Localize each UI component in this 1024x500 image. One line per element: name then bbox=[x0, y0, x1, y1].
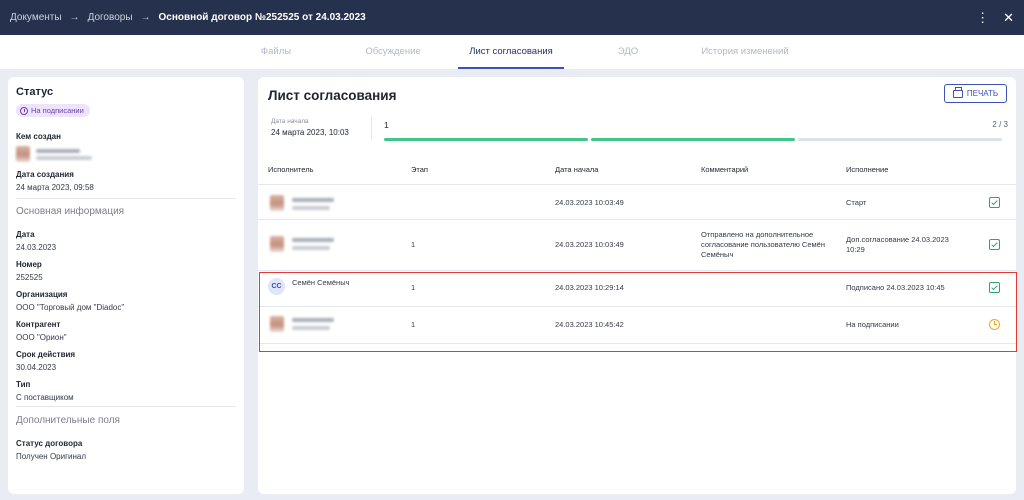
column-executor: Исполнитель bbox=[268, 165, 314, 174]
extra-fields-title: Дополнительные поля bbox=[16, 415, 120, 426]
check-icon bbox=[989, 239, 1000, 250]
top-bar: Документы → Договоры → Основной договор … bbox=[0, 0, 1024, 35]
progress-segment-3 bbox=[798, 138, 1002, 141]
more-vertical-icon[interactable]: ⋮ bbox=[976, 10, 989, 26]
column-comment: Комментарий bbox=[701, 165, 749, 174]
document-info-panel: Статус На подписании Кем создан Дата соз… bbox=[8, 77, 244, 494]
status-title: Статус bbox=[16, 86, 54, 98]
approval-sheet-title: Лист согласования bbox=[268, 88, 397, 103]
close-icon[interactable]: ✕ bbox=[1003, 10, 1014, 26]
field-organization: Организация ООО "Торговый дом "Diadoc" bbox=[16, 290, 125, 312]
step-counter: 2 / 3 bbox=[992, 120, 1008, 129]
progress-segment-1 bbox=[384, 138, 588, 141]
row-comment: Отправлено на дополнительное согласовани… bbox=[701, 230, 825, 259]
field-validity: Срок действия 30.04.2023 bbox=[16, 350, 76, 372]
print-button[interactable]: ПЕЧАТЬ bbox=[944, 84, 1007, 103]
highlight-frame bbox=[259, 272, 1017, 352]
check-icon bbox=[989, 197, 1000, 208]
row-result: Старт bbox=[846, 198, 867, 207]
tab-bar: Файлы Обсуждение Лист согласования ЭДО И… bbox=[0, 35, 1024, 69]
created-by-user bbox=[16, 146, 236, 162]
tab-files[interactable]: Файлы bbox=[244, 35, 308, 69]
start-date-value: 24 марта 2023, 10:03 bbox=[271, 128, 349, 137]
arrow-right-icon: → bbox=[69, 12, 80, 23]
status-badge-label: На подписании bbox=[31, 106, 84, 115]
tab-edo[interactable]: ЭДО bbox=[608, 35, 648, 69]
field-counterparty: Контрагент ООО "Орион" bbox=[16, 320, 67, 342]
column-stage: Этап bbox=[411, 165, 428, 174]
breadcrumb-contracts[interactable]: Договоры bbox=[88, 12, 133, 23]
field-type: Тип С поставщиком bbox=[16, 380, 74, 402]
column-start-date: Дата начала bbox=[555, 165, 599, 174]
clock-icon bbox=[20, 106, 28, 115]
page-title: Основной договор №252525 от 24.03.2023 bbox=[158, 12, 366, 23]
created-date-label: Дата создания bbox=[16, 170, 74, 179]
arrow-right-icon: → bbox=[140, 12, 151, 23]
row-start-date: 24.03.2023 10:03:49 bbox=[555, 198, 624, 207]
row-result: Доп.согласование 24.03.2023 10:29 bbox=[846, 235, 949, 254]
field-contract-status: Статус договора Получен Оригинал bbox=[16, 439, 87, 461]
avatar bbox=[270, 236, 284, 252]
start-date-label: Дата начала bbox=[271, 118, 309, 125]
status-badge: На подписании bbox=[16, 104, 90, 117]
field-number: Номер 252525 bbox=[16, 260, 43, 282]
row-start-date: 24.03.2023 10:03:49 bbox=[555, 240, 624, 249]
avatar bbox=[270, 195, 284, 211]
current-step: 1 bbox=[384, 120, 389, 130]
printer-icon bbox=[952, 86, 963, 98]
tab-history[interactable]: История изменений bbox=[690, 35, 800, 69]
avatar bbox=[16, 146, 30, 162]
print-button-label: ПЕЧАТЬ bbox=[966, 89, 999, 98]
main-info-title: Основная информация bbox=[16, 206, 125, 217]
created-by-label: Кем создан bbox=[16, 132, 61, 141]
progress-segment-2 bbox=[591, 138, 795, 141]
column-result: Исполнение bbox=[846, 165, 889, 174]
field-date: Дата 24.03.2023 bbox=[16, 230, 57, 252]
created-date-value: 24 марта 2023, 09:58 bbox=[16, 183, 94, 192]
tab-discussion[interactable]: Обсуждение bbox=[356, 35, 430, 69]
breadcrumb-documents[interactable]: Документы bbox=[10, 12, 62, 23]
tab-approval-sheet[interactable]: Лист согласования bbox=[458, 35, 564, 69]
